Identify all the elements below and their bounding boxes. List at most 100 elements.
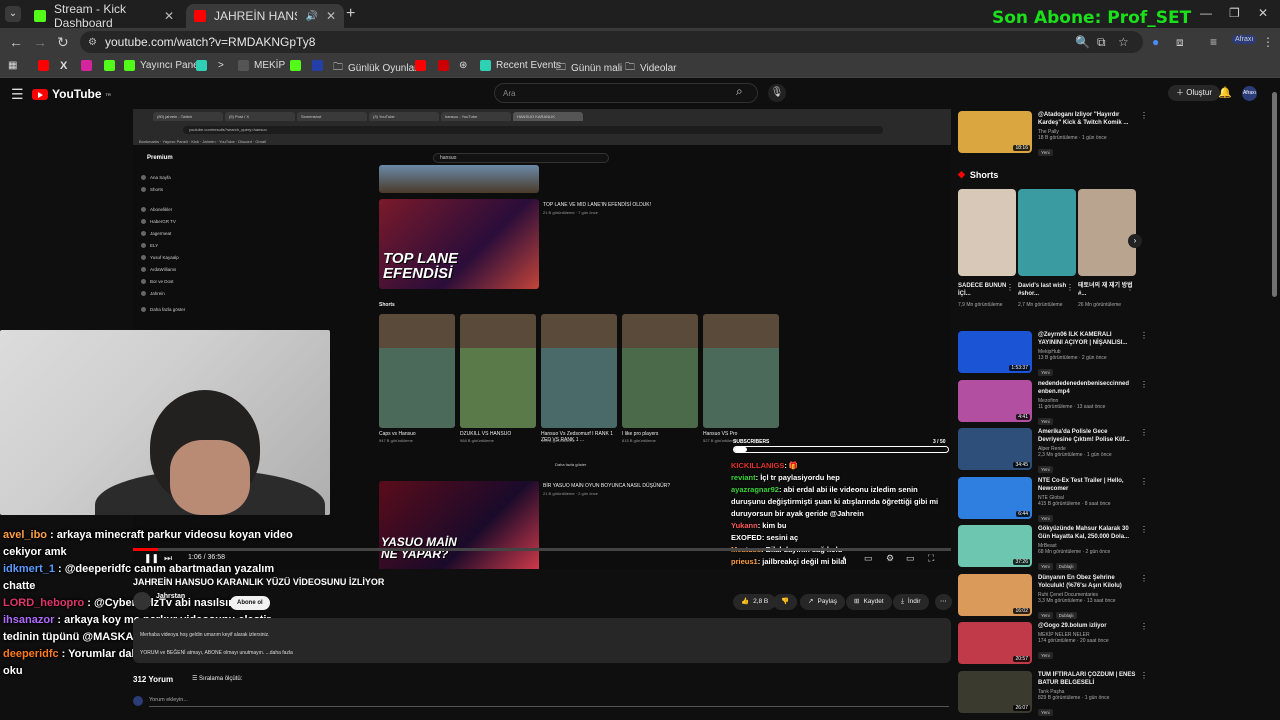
close-icon[interactable]: ✕ bbox=[164, 9, 174, 23]
bookmark-recent-events[interactable]: Recent Events bbox=[480, 60, 561, 71]
video-thumbnail: 26:07 bbox=[958, 670, 1032, 713]
install-icon[interactable]: ⧉ bbox=[1097, 35, 1106, 50]
more-icon[interactable]: ⋮ bbox=[1066, 283, 1074, 292]
description-box[interactable] bbox=[133, 618, 951, 663]
recommended-video[interactable]: 26:07 TÜM İFTİRALARI ÇÖZDÜM | ENES BATUR … bbox=[958, 670, 1148, 719]
comment-input[interactable]: Yorum ekleyin... bbox=[149, 697, 188, 703]
shorts-next-icon[interactable]: › bbox=[1128, 234, 1142, 248]
recommended-video[interactable]: 18:16 @Atadoganı İzliyor "Hayırdır Karde… bbox=[958, 111, 1148, 159]
theater-icon[interactable]: ▭ bbox=[906, 553, 915, 564]
scrollbar[interactable] bbox=[1272, 92, 1277, 297]
subtitles-icon[interactable]: ▭ bbox=[864, 553, 873, 564]
more-icon[interactable]: ⋮ bbox=[1140, 525, 1148, 534]
tab-search-icon[interactable]: ⌄ bbox=[5, 6, 21, 22]
address-bar[interactable]: ⚙ youtube.com/watch?v=RMDAKNGpTy8 bbox=[80, 31, 1143, 53]
apps-icon[interactable]: ▦ bbox=[8, 60, 17, 71]
more-icon[interactable]: ⋮ bbox=[1140, 477, 1148, 486]
more-icon[interactable]: ⋮ bbox=[1140, 622, 1148, 631]
channel-name[interactable]: Jahrstan bbox=[156, 593, 185, 600]
bookmark-instagram[interactable] bbox=[81, 60, 92, 71]
close-icon[interactable]: ✕ bbox=[326, 9, 336, 23]
next-icon[interactable]: ⏭ bbox=[164, 553, 172, 564]
recommended-video[interactable]: 34:45 Amerika'da Polisle Gece Devriyesine… bbox=[958, 428, 1148, 476]
more-icon[interactable]: ⋮ bbox=[1140, 331, 1148, 340]
zoom-icon[interactable]: 🔍 bbox=[1075, 35, 1090, 49]
recommended-video[interactable]: 20:57 @Gogo 29.bolum izliyor MEKİP NELER N… bbox=[958, 622, 1148, 664]
browser-tab-kick[interactable]: Stream - Kick Dashboard ✕ bbox=[26, 2, 182, 30]
chat-text: chatte bbox=[3, 580, 36, 592]
share-button[interactable]: ↗ Paylaş bbox=[800, 594, 845, 610]
recommended-video[interactable]: 37:26 Gökyüzünde Mahsur Kalarak 30 Gün Ha… bbox=[958, 525, 1148, 573]
bookmark-openai[interactable]: ⊛ bbox=[459, 60, 467, 71]
more-icon[interactable]: ⋮ bbox=[1140, 574, 1148, 583]
bookmark-app[interactable] bbox=[196, 60, 207, 71]
more-icon[interactable]: ⋮ bbox=[1140, 428, 1148, 437]
bookmark-kick[interactable] bbox=[104, 60, 115, 71]
sort-button[interactable]: ☰ Sıralama ölçütü: bbox=[192, 675, 242, 682]
subscribe-button[interactable]: Abone ol bbox=[230, 596, 270, 610]
more-icon[interactable]: ⋮ bbox=[1140, 111, 1148, 120]
like-button[interactable]: 👍 2,8 B bbox=[733, 594, 777, 610]
recommended-video[interactable]: 6:44 NTE Co-Ex Test Trailer | Hello, Newc… bbox=[958, 476, 1148, 525]
media-icon[interactable]: ≡ bbox=[1210, 35, 1217, 49]
avatar[interactable]: Afraxı bbox=[1242, 86, 1257, 101]
bookmark-terminal[interactable]: > bbox=[218, 60, 224, 71]
bookmark-youtube[interactable] bbox=[38, 60, 49, 71]
x-icon: X bbox=[60, 60, 68, 72]
channel-dot bbox=[141, 267, 146, 272]
bookmark-gunun-mali[interactable]: 🗀 Günün mali bbox=[556, 60, 622, 77]
channel-avatar[interactable] bbox=[133, 592, 151, 610]
bookmark-star-icon[interactable]: ☆ bbox=[1118, 35, 1129, 49]
back-button[interactable]: ← bbox=[9, 34, 23, 50]
bookmark-x[interactable]: X bbox=[60, 60, 67, 72]
bookmark-kick-2[interactable] bbox=[290, 60, 301, 71]
create-button[interactable]: ＋ Oluştur bbox=[1168, 85, 1221, 101]
download-button[interactable]: ⤓ İndir bbox=[893, 594, 929, 610]
save-button[interactable]: ⊞ Kaydet bbox=[846, 594, 892, 610]
extensions-puzzle-icon[interactable]: ⧈ bbox=[1176, 35, 1184, 50]
more-actions-button[interactable]: ⋯ bbox=[935, 594, 952, 610]
bell-icon[interactable]: 🔔 bbox=[1218, 86, 1232, 99]
short-thumbnail[interactable] bbox=[1018, 189, 1076, 276]
speaker-icon[interactable]: 🔊 bbox=[305, 11, 317, 22]
bookmark-videolar[interactable]: 🗀 Videolar bbox=[625, 60, 677, 77]
more-icon[interactable]: ⋮ bbox=[1140, 671, 1148, 680]
menu-kebab-icon[interactable]: ⋮ bbox=[1262, 35, 1274, 49]
settings-icon[interactable]: ⚙ bbox=[886, 553, 894, 564]
reload-button[interactable]: ↻ bbox=[57, 34, 69, 51]
bookmark-red[interactable] bbox=[438, 60, 449, 71]
short-thumbnail[interactable] bbox=[958, 189, 1016, 276]
recommended-video[interactable]: 1:53:37 @Zeyrn06 İLK KAMERALI YAYININI AÇ… bbox=[958, 331, 1148, 379]
pause-icon[interactable]: ❚❚ bbox=[144, 553, 159, 564]
restore-button[interactable]: ❐ bbox=[1229, 6, 1240, 20]
minimize-button[interactable]: — bbox=[1200, 6, 1212, 20]
autoplay-toggle[interactable]: ◐ bbox=[842, 553, 847, 563]
more-icon[interactable]: ⋮ bbox=[1006, 283, 1014, 292]
profile-icon[interactable]: Afraxı bbox=[1232, 35, 1257, 44]
recommended-video[interactable]: 16:02 Dünyanın En Obez Şehrine Yolculuk! … bbox=[958, 573, 1148, 622]
site-info-icon[interactable]: ⚙ bbox=[88, 37, 97, 48]
bookmark-yayinci-paneli[interactable]: Yayıncı Paneli bbox=[124, 60, 203, 71]
dislike-button[interactable]: 👎 bbox=[773, 594, 798, 610]
bookmark-gunluk-oyunlar[interactable]: 🗀 Günlük Oyunlar bbox=[333, 60, 417, 77]
search-icon[interactable]: ⌕ bbox=[736, 84, 743, 99]
menu-icon[interactable]: ☰ bbox=[11, 86, 24, 103]
mic-icon[interactable]: 🎙 bbox=[768, 84, 786, 102]
new-tab-button[interactable]: + bbox=[346, 5, 355, 23]
bookmark-blue[interactable] bbox=[312, 60, 323, 71]
youtube-logo[interactable]: YouTube TR bbox=[32, 87, 111, 101]
shorts-title: Shorts bbox=[969, 169, 999, 180]
progress-bar[interactable] bbox=[133, 548, 951, 551]
more-icon[interactable]: ⋮ bbox=[1140, 380, 1148, 389]
recommended-video[interactable]: 4:41 nedendedenedenbeniseccinned enben.mp… bbox=[958, 379, 1148, 428]
short-thumbnail[interactable] bbox=[1078, 189, 1136, 276]
fullscreen-icon[interactable]: ⛶ bbox=[928, 553, 934, 564]
more-icon[interactable]: ⋮ bbox=[1126, 283, 1134, 292]
close-window-button[interactable]: ✕ bbox=[1258, 6, 1268, 20]
browser-tab-youtube[interactable]: JAHREİN HANSUO KARANL 🔊 ✕ bbox=[186, 4, 344, 28]
bookmark-youtube-2[interactable] bbox=[415, 60, 426, 71]
extension-icon[interactable]: ● bbox=[1152, 35, 1159, 49]
search-input[interactable]: Ara bbox=[494, 83, 758, 103]
forward-button[interactable]: → bbox=[33, 34, 47, 50]
bookmark-mekip[interactable]: MEKİP bbox=[238, 60, 285, 71]
